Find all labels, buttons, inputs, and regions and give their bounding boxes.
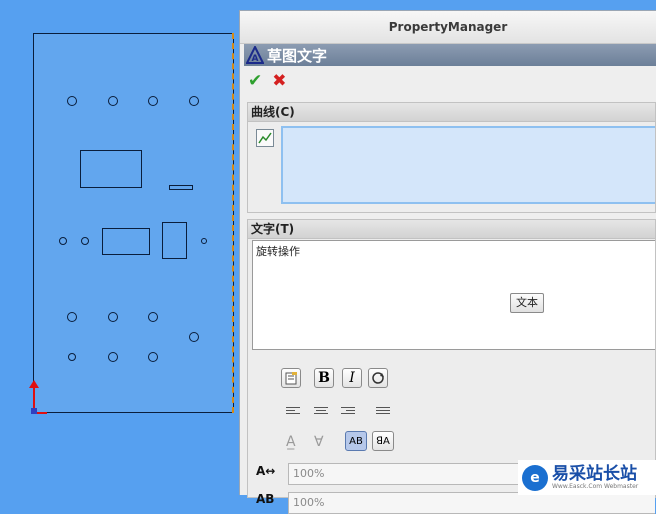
- spacing-icon: AB: [256, 492, 275, 506]
- panel-title: PropertyManager: [240, 11, 656, 44]
- watermark: e 易采站长站 Www.Easck.Com Webmaster: [518, 460, 656, 495]
- sketch-text-icon: A: [246, 46, 264, 64]
- sketch-sheet[interactable]: [33, 33, 234, 413]
- watermark-title: 易采站长站: [552, 463, 637, 484]
- text-group-header[interactable]: 文字(T): [248, 220, 655, 239]
- flip-vertical-icon[interactable]: A̲: [286, 434, 296, 450]
- spacing-field[interactable]: 100%: [288, 492, 655, 514]
- origin-icon: [31, 408, 37, 414]
- rect-cutout: [80, 150, 142, 188]
- hole: [81, 237, 89, 245]
- hole: [59, 237, 67, 245]
- hole: [189, 96, 199, 106]
- feature-title: 草图文字: [267, 46, 328, 65]
- text-direction-ltr-icon[interactable]: AB: [345, 431, 367, 451]
- hole: [148, 96, 158, 106]
- watermark-subtitle: Www.Easck.Com Webmaster: [552, 482, 639, 490]
- action-bar: ✔ ✖: [248, 72, 287, 90]
- property-manager: PropertyManager A 草图文字 ✔ ✖ 曲线(C) 文字(T) 旋…: [239, 10, 656, 514]
- feature-header: A 草图文字: [244, 44, 656, 66]
- graphics-area[interactable]: [0, 0, 240, 495]
- align-center-icon[interactable]: [314, 407, 328, 417]
- cancel-button[interactable]: ✖: [272, 72, 286, 90]
- align-right-icon[interactable]: [341, 407, 355, 417]
- width-factor-icon: A↔: [256, 464, 276, 478]
- text-value: 旋转操作: [256, 245, 300, 258]
- hole: [201, 238, 207, 244]
- hole: [68, 353, 76, 361]
- curves-group: 曲线(C): [247, 102, 656, 213]
- curves-group-header[interactable]: 曲线(C): [248, 103, 655, 122]
- hole: [148, 352, 158, 362]
- watermark-logo-icon: e: [522, 464, 548, 491]
- hole: [148, 312, 158, 322]
- hole: [108, 96, 118, 106]
- hole: [108, 312, 118, 322]
- flip-upside-icon[interactable]: ∀: [314, 434, 324, 450]
- hole: [67, 96, 77, 106]
- bold-button[interactable]: B: [314, 368, 334, 388]
- curve-selection-box[interactable]: [281, 126, 655, 204]
- font-button[interactable]: 文本: [510, 293, 544, 313]
- justify-icon[interactable]: [376, 407, 390, 417]
- link-property-icon[interactable]: [281, 368, 301, 388]
- hole: [67, 312, 77, 322]
- text-group: 文字(T) 旋转操作 文本 B I A̲ ∀ AB ꓭA A↔ 100% AB …: [247, 219, 656, 514]
- italic-button[interactable]: I: [342, 368, 362, 388]
- text-direction-rtl-icon[interactable]: ꓭA: [372, 431, 394, 451]
- slot-cutout: [169, 185, 193, 190]
- ok-button[interactable]: ✔: [248, 72, 262, 90]
- selected-edge: [232, 33, 234, 413]
- text-input[interactable]: 旋转操作 文本: [252, 240, 655, 350]
- rect-cutout: [162, 222, 187, 259]
- align-left-icon[interactable]: [286, 407, 300, 417]
- svg-text:A: A: [252, 54, 259, 64]
- curve-select-icon: [256, 129, 274, 147]
- rect-cutout: [102, 228, 150, 255]
- hole: [189, 332, 199, 342]
- rotate-icon[interactable]: [368, 368, 388, 388]
- hole: [108, 352, 118, 362]
